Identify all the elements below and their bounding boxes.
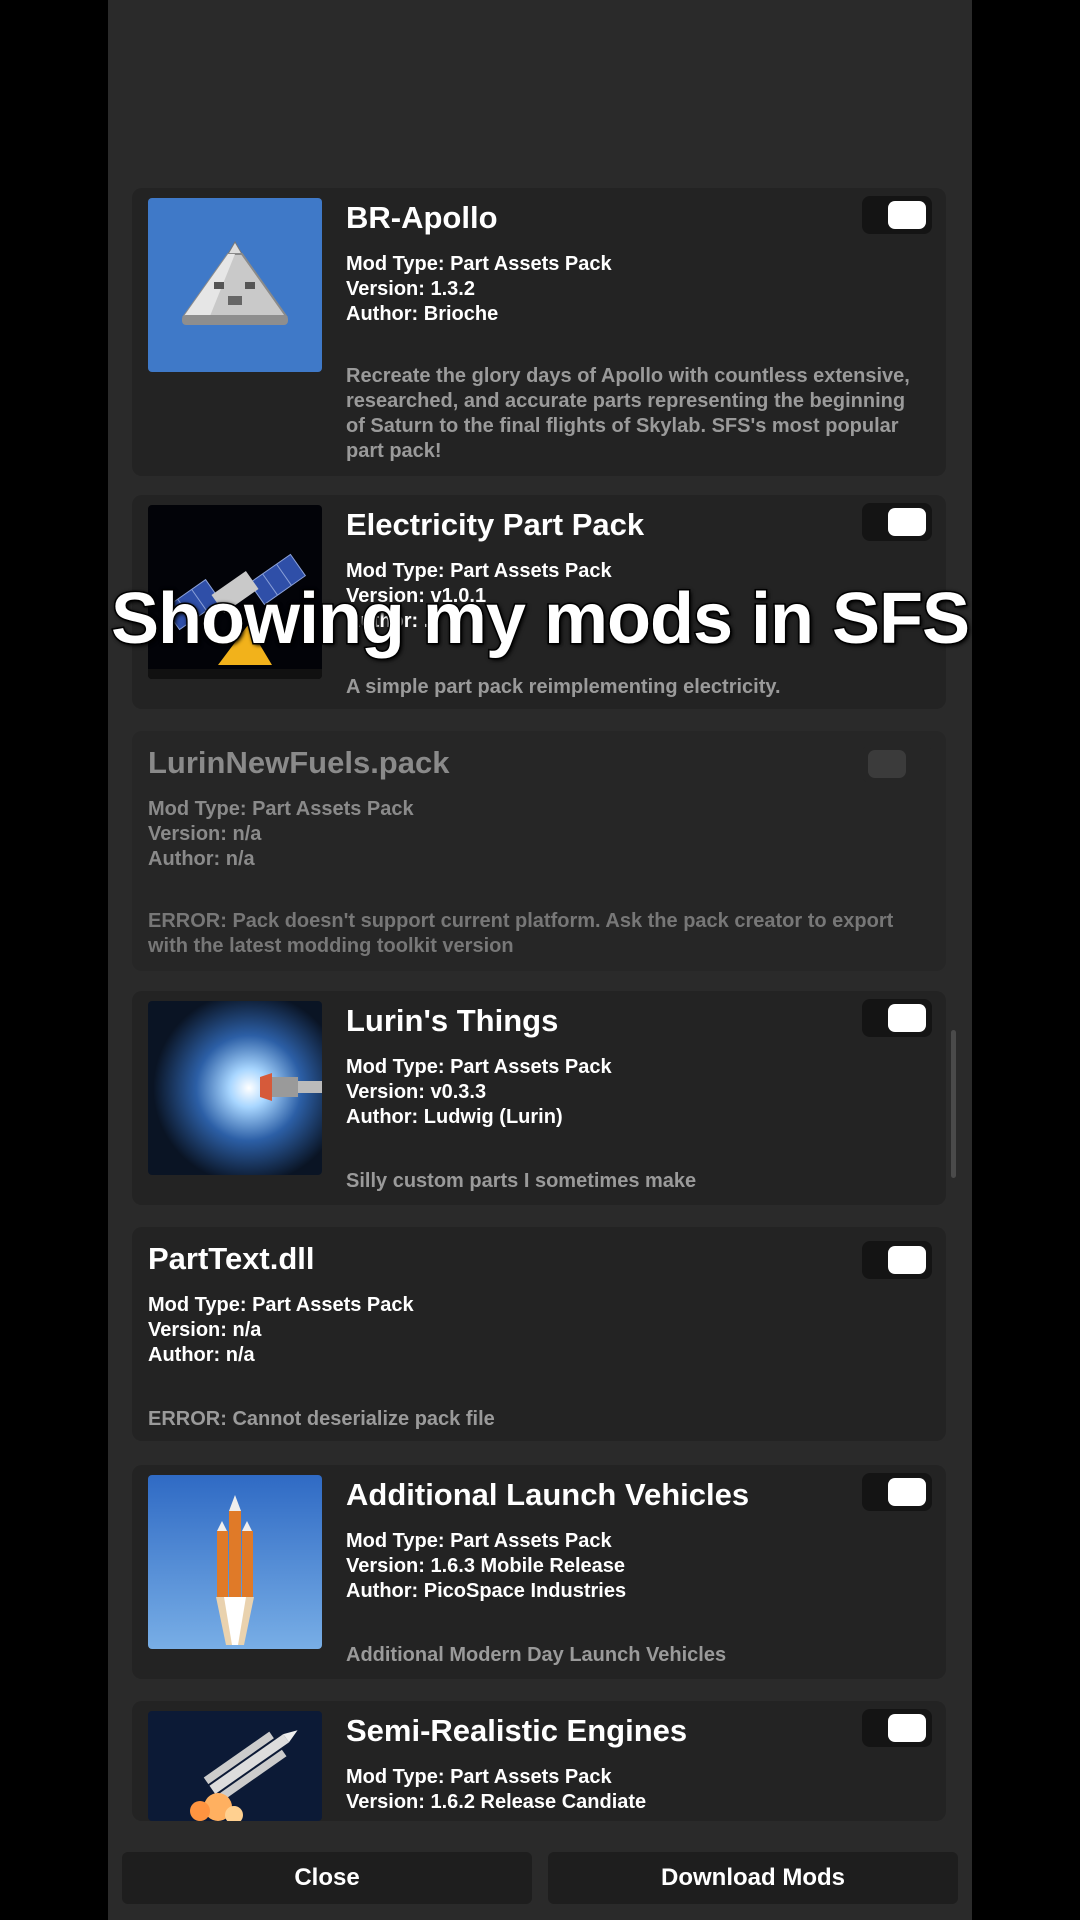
mod-meta: Mod Type: Part Assets Pack Version: n/a … <box>148 797 414 872</box>
toggle-knob <box>888 508 926 536</box>
toggle-knob <box>888 1246 926 1274</box>
toggle-knob <box>868 750 906 778</box>
mod-description: Recreate the glory days of Apollo with c… <box>346 365 910 462</box>
author-label: Author: <box>346 303 424 325</box>
mod-description: Silly custom parts I sometimes make <box>346 1170 697 1192</box>
mod-error-message: ERROR: Pack doesn't support current plat… <box>148 910 894 957</box>
author-value: n/a <box>225 848 255 870</box>
version-label: Version: <box>346 1791 431 1813</box>
author-label: Author: <box>148 1344 226 1366</box>
author-value: Brioche <box>423 303 499 325</box>
toggle-knob <box>888 1714 926 1742</box>
mod-card-lurinnewfuels: LurinNewFuels.pack Mod Type: Part Assets… <box>132 731 946 971</box>
toggle-knob <box>888 1004 926 1032</box>
mod-card-additional-launch-vehicles: Additional Launch Vehicles Mod Type: Par… <box>132 1465 946 1679</box>
author-label: Author: <box>346 1580 424 1602</box>
author-label: Author: <box>346 1106 424 1128</box>
mod-type-label: Mod Type: <box>148 1294 253 1316</box>
mod-type-value: Part Assets Pack <box>450 1766 612 1788</box>
mod-toggle[interactable] <box>862 1709 932 1747</box>
version-label: Version: <box>346 1555 431 1577</box>
mod-title: Electricity Part Pack <box>346 507 645 542</box>
version-value: 1.6.2 Release Candiate <box>430 1791 647 1813</box>
mod-card-parttext: PartText.dll Mod Type: Part Assets Pack … <box>132 1227 946 1441</box>
author-value: n/a <box>225 1344 255 1366</box>
mod-title: Semi-Realistic Engines <box>346 1713 688 1748</box>
mod-toggle[interactable] <box>862 1241 932 1279</box>
download-mods-button[interactable]: Download Mods <box>548 1852 958 1904</box>
mod-meta: Mod Type: Part Assets Pack Version: 1.3.… <box>346 252 612 327</box>
mod-toggle[interactable] <box>862 196 932 234</box>
close-button[interactable]: Close <box>122 1852 532 1904</box>
mod-type-value: Part Assets Pack <box>252 798 414 820</box>
mod-type-label: Mod Type: <box>346 1530 451 1552</box>
version-label: Version: <box>148 1319 233 1341</box>
overlay-caption: Showing my mods in SFS <box>109 578 971 661</box>
version-label: Version: <box>346 278 431 300</box>
version-label: Version: <box>148 823 233 845</box>
version-value: n/a <box>232 823 262 845</box>
mod-meta: Mod Type: Part Assets Pack Version: n/a … <box>148 1293 414 1368</box>
mod-card-br-apollo: BR-Apollo Mod Type: Part Assets Pack Ver… <box>132 188 946 476</box>
mod-card-lurins-things: Lurin's Things Mod Type: Part Assets Pac… <box>132 991 946 1205</box>
mod-meta: Mod Type: Part Assets Pack Version: 1.6.… <box>346 1765 646 1815</box>
mods-panel: BR-Apollo Mod Type: Part Assets Pack Ver… <box>108 0 972 1920</box>
mod-card-semi-realistic-engines: Semi-Realistic Engines Mod Type: Part As… <box>132 1701 946 1821</box>
mod-toggle <box>862 745 932 783</box>
mod-type-label: Mod Type: <box>346 1056 451 1078</box>
mod-toggle[interactable] <box>862 999 932 1037</box>
mod-type-label: Mod Type: <box>346 1766 451 1788</box>
scrollbar[interactable] <box>951 1030 956 1178</box>
mod-type-label: Mod Type: <box>346 253 451 275</box>
mod-type-value: Part Assets Pack <box>450 1056 612 1078</box>
mod-description: Additional Modern Day Launch Vehicles <box>346 1644 727 1666</box>
version-value: 1.6.3 Mobile Release <box>430 1555 626 1577</box>
apollo-capsule-icon <box>148 198 322 372</box>
version-label: Version: <box>346 1081 431 1103</box>
mod-title: Additional Launch Vehicles <box>346 1477 750 1512</box>
mod-type-label: Mod Type: <box>148 798 253 820</box>
toggle-knob <box>888 201 926 229</box>
author-value: PicoSpace Industries <box>423 1580 627 1602</box>
mod-title: LurinNewFuels.pack <box>148 745 450 780</box>
rocket-engines-icon <box>148 1711 322 1821</box>
mod-title: PartText.dll <box>148 1241 315 1276</box>
engine-plume-icon <box>148 1001 322 1175</box>
author-label: Author: <box>148 848 226 870</box>
mod-description: A simple part pack reimplementing electr… <box>346 676 781 698</box>
mod-type-value: Part Assets Pack <box>252 1294 414 1316</box>
rocket-launch-icon <box>148 1475 322 1649</box>
mod-error-message: ERROR: Cannot deserialize pack file <box>148 1408 495 1430</box>
mod-meta: Mod Type: Part Assets Pack Version: v0.3… <box>346 1055 612 1130</box>
version-value: n/a <box>232 1319 262 1341</box>
mod-type-value: Part Assets Pack <box>450 1530 612 1552</box>
mod-title: Lurin's Things <box>346 1003 559 1038</box>
mod-type-value: Part Assets Pack <box>450 253 612 275</box>
version-value: v0.3.3 <box>430 1081 487 1103</box>
mod-toggle[interactable] <box>862 503 932 541</box>
mod-title: BR-Apollo <box>346 200 498 235</box>
toggle-knob <box>888 1478 926 1506</box>
mod-toggle[interactable] <box>862 1473 932 1511</box>
mod-meta: Mod Type: Part Assets Pack Version: 1.6.… <box>346 1529 626 1604</box>
author-value: Ludwig (Lurin) <box>423 1106 563 1128</box>
version-value: 1.3.2 <box>430 278 475 300</box>
